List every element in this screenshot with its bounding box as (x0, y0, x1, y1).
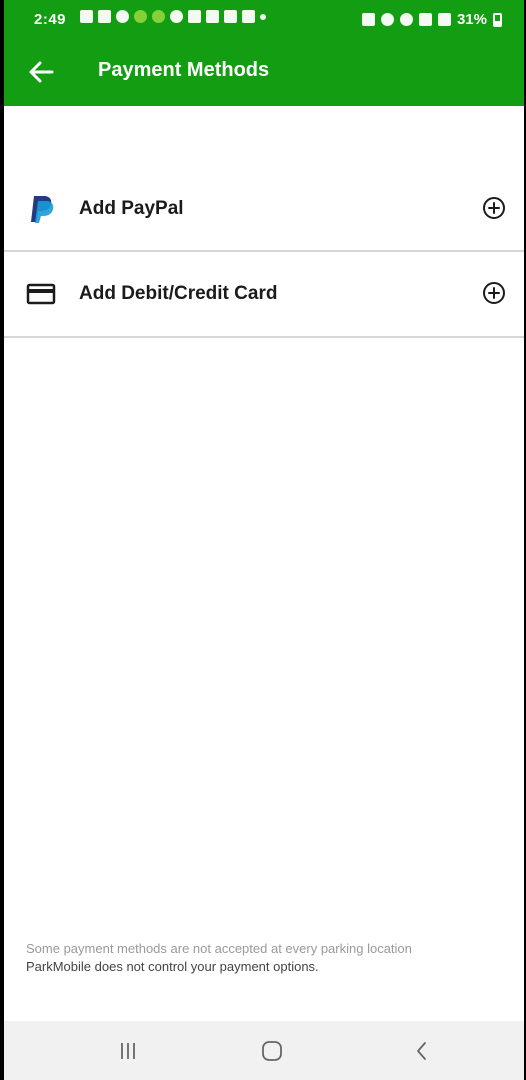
mute-icon (361, 13, 375, 26)
system-nav-bar (4, 1021, 524, 1080)
back-arrow-icon[interactable] (26, 58, 56, 86)
add-paypal-row[interactable]: Add PayPal (4, 166, 524, 252)
data-icon (418, 13, 432, 26)
signal-icon (437, 13, 451, 26)
battery-percent: 31% (456, 11, 487, 28)
disclaimer-line-2: ParkMobile does not control your payment… (26, 959, 319, 974)
nav-back-icon[interactable] (408, 1039, 436, 1063)
app-icon (152, 10, 165, 23)
credit-card-icon (26, 283, 56, 305)
settings-icon (170, 10, 183, 23)
app-bar: Payment Methods (4, 38, 524, 106)
youtube-icon (242, 10, 255, 23)
tiktok-icon (206, 10, 219, 23)
recents-icon[interactable] (114, 1039, 142, 1063)
payment-disclaimer: Some payment methods are not accepted at… (26, 940, 516, 976)
status-time: 2:49 (34, 11, 67, 28)
add-paypal-label: Add PayPal (79, 198, 184, 219)
battery-icon (493, 12, 502, 27)
status-bar: 2:49 31% (4, 0, 524, 38)
system-status: 31% (361, 11, 502, 28)
headphones-icon (116, 10, 129, 23)
home-icon[interactable] (258, 1039, 286, 1063)
dot-icon (260, 14, 266, 20)
add-circle-icon[interactable] (482, 281, 506, 305)
add-card-row[interactable]: Add Debit/Credit Card (4, 252, 524, 338)
add-card-label: Add Debit/Credit Card (79, 283, 278, 304)
disclaimer-line-1: Some payment methods are not accepted at… (26, 941, 412, 956)
app-icon (188, 10, 201, 23)
location-icon (380, 13, 394, 26)
header-spacer (4, 106, 524, 167)
app-icon (134, 10, 147, 23)
paypal-icon (31, 196, 54, 223)
page-title: Payment Methods (98, 59, 270, 81)
youtube-icon (224, 10, 237, 23)
screen: 2:49 31% Payment Methods Add PayPal Add … (4, 0, 524, 1080)
message-icon (80, 10, 93, 23)
wifi-icon (399, 13, 413, 26)
notification-icons (80, 10, 266, 23)
facebook-icon (98, 10, 111, 23)
add-circle-icon[interactable] (482, 196, 506, 220)
